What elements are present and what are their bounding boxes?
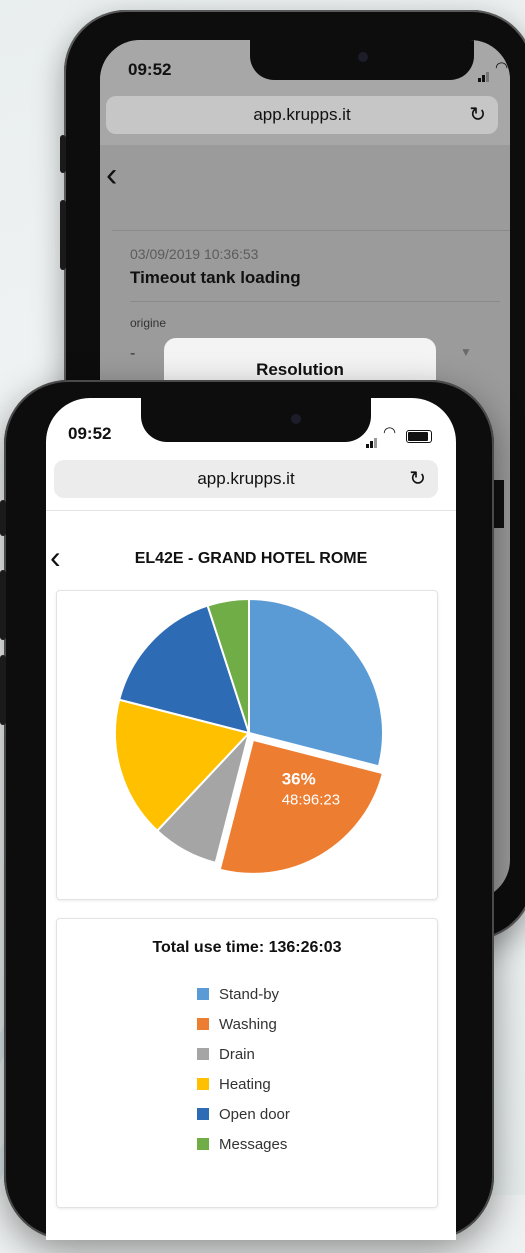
legend-swatch	[197, 1108, 209, 1120]
battery-icon	[406, 430, 432, 443]
camera-icon	[291, 414, 301, 424]
mute-switch	[0, 500, 6, 536]
pie-slice-stand-by[interactable]	[248, 597, 384, 768]
legend-item[interactable]: Messages	[197, 1129, 290, 1159]
wifi-icon: ◠	[383, 424, 397, 441]
reload-icon[interactable]: ↻	[409, 466, 426, 491]
divider	[46, 510, 456, 511]
front-phone-screen: 09:52 ◠ app.krupps.it ↻ ‹ EL42E - GRAND …	[46, 398, 456, 1240]
legend-label: Messages	[219, 1135, 288, 1153]
legend-swatch	[197, 1048, 209, 1060]
chart-card: 36% 48:96:23	[56, 590, 438, 900]
legend-swatch	[197, 1138, 209, 1150]
url-text: app.krupps.it	[253, 105, 351, 124]
legend-swatch	[197, 988, 209, 1000]
notch	[250, 40, 474, 80]
legend-label: Stand-by	[219, 985, 280, 1003]
chart-legend: Stand-by Washing Drain Heating Open door Mess…	[197, 979, 290, 1159]
mute-switch	[60, 135, 66, 173]
front-phone: 09:52 ◠ app.krupps.it ↻ ‹ EL42E - GRAND …	[0, 380, 494, 1240]
dialog-title: Resolution	[256, 360, 344, 379]
legend-item[interactable]: Stand-by	[197, 979, 290, 1009]
reload-icon[interactable]: ↻	[469, 102, 486, 127]
status-time: 09:52	[68, 424, 112, 443]
legend-swatch	[197, 1078, 209, 1090]
volume-up-button	[0, 570, 6, 640]
legend-label: Drain	[219, 1045, 255, 1063]
slice-percent-label: 36%	[282, 769, 316, 788]
legend-label: Open door	[219, 1105, 290, 1123]
event-title: Timeout tank loading	[130, 268, 301, 287]
origine-label: origine	[130, 316, 167, 330]
total-use-time: Total use time: 136:26:03	[152, 939, 342, 956]
pie-chart: 36% 48:96:23	[114, 597, 385, 875]
legend-card: Total use time: 136:26:03 Stand-by Washin…	[56, 918, 438, 1208]
camera-icon	[358, 52, 368, 62]
slice-time-label: 48:96:23	[282, 791, 340, 808]
wifi-icon: ◠	[495, 59, 509, 76]
origine-value[interactable]: -	[130, 345, 135, 363]
divider	[112, 230, 510, 231]
back-arrow-icon[interactable]: ‹	[106, 158, 117, 192]
address-bar[interactable]: app.krupps.it ↻	[54, 460, 438, 498]
legend-swatch	[197, 1018, 209, 1030]
event-datetime: 03/09/2019 10:36:53	[130, 246, 259, 262]
signal-icon	[366, 430, 378, 448]
address-bar[interactable]: app.krupps.it ↻	[106, 96, 498, 134]
page-title: EL42E - GRAND HOTEL ROME	[134, 550, 368, 567]
divider	[130, 301, 500, 302]
volume-down-button	[0, 655, 6, 725]
dropdown-caret-icon[interactable]: ▼	[460, 345, 472, 359]
legend-label: Heating	[219, 1075, 271, 1093]
status-time: 09:52	[128, 60, 172, 79]
legend-item[interactable]: Drain	[197, 1039, 290, 1069]
url-text: app.krupps.it	[197, 469, 295, 488]
volume-up-button	[60, 200, 66, 270]
legend-label: Washing	[219, 1015, 277, 1033]
notch	[141, 398, 371, 442]
legend-item[interactable]: Washing	[197, 1009, 290, 1039]
legend-item[interactable]: Heating	[197, 1069, 290, 1099]
legend-item[interactable]: Open door	[197, 1099, 290, 1129]
signal-icon	[478, 64, 490, 82]
